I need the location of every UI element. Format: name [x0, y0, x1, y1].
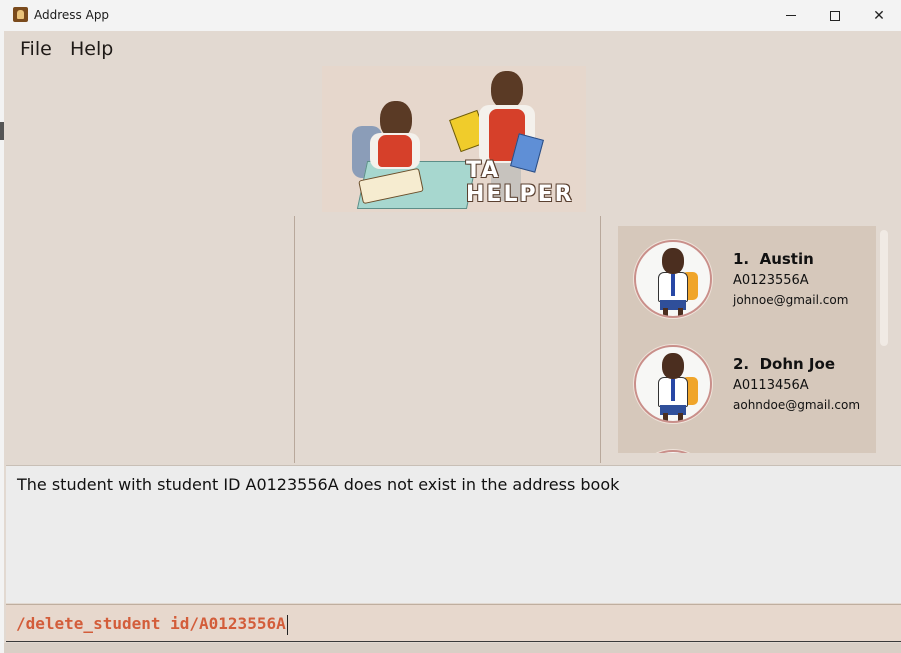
window-titlebar: Address App ✕	[4, 0, 901, 31]
student-name-text: Austin	[759, 250, 814, 268]
student-email: aohndoe@gmail.com	[733, 398, 861, 412]
logo-head-right	[491, 71, 523, 109]
student-name-text: Dohn Joe	[759, 355, 835, 373]
avatar-tie	[671, 379, 675, 401]
student-name: 2. Dohn Joe	[733, 355, 835, 373]
menu-file[interactable]: File	[20, 38, 52, 60]
student-index: 2.	[733, 355, 750, 373]
maximize-button[interactable]	[812, 0, 858, 31]
minimize-icon	[786, 15, 796, 16]
student-id: A0113456A	[733, 378, 809, 393]
menu-help[interactable]: Help	[70, 38, 113, 60]
panel-divider-left[interactable]	[294, 216, 295, 463]
maximize-icon	[830, 10, 840, 21]
command-input-value: /delete_student id/A0123556A	[16, 614, 286, 633]
student-card[interactable]: 2. Dohn Joe A0113456A aohndoe@gmail.com	[618, 331, 876, 436]
close-icon: ✕	[873, 7, 885, 24]
avatar-face	[662, 248, 684, 274]
menu-bar: File Help	[4, 31, 901, 65]
student-avatar	[634, 345, 712, 423]
command-box[interactable]: /delete_student id/A0123556A	[6, 604, 901, 642]
close-button[interactable]: ✕	[856, 0, 901, 31]
command-input[interactable]: /delete_student id/A0123556A	[16, 614, 288, 635]
logo-text-line2: HELPER	[466, 182, 574, 207]
text-caret	[286, 614, 288, 635]
student-avatar	[634, 450, 712, 453]
scrollbar-thumb[interactable]	[880, 230, 888, 346]
panel-divider-right[interactable]	[600, 216, 601, 463]
student-card[interactable]: 1. Austin A0123556A johnoe@gmail.com	[618, 226, 876, 331]
avatar-legs	[663, 308, 683, 316]
student-name: 1. Austin	[733, 250, 814, 268]
avatar-tie	[671, 274, 675, 296]
result-display: The student with student ID A0123556A do…	[6, 465, 901, 603]
student-card-partial[interactable]	[618, 436, 876, 453]
student-list-scrollbar[interactable]	[878, 230, 890, 455]
minimize-button[interactable]	[768, 0, 814, 31]
student-list[interactable]: 1. Austin A0123556A johnoe@gmail.com 2. …	[618, 226, 876, 453]
avatar-legs	[663, 413, 683, 421]
student-id: A0123556A	[733, 273, 809, 288]
window-bottom-edge	[4, 643, 901, 653]
student-email: johnoe@gmail.com	[733, 293, 849, 307]
logo-person-left	[362, 101, 432, 171]
avatar-face	[662, 353, 684, 379]
logo-text: TA HELPER	[466, 159, 574, 207]
logo-vest-left	[378, 135, 412, 167]
window-title: Address App	[34, 8, 110, 22]
app-icon	[13, 7, 28, 22]
result-message: The student with student ID A0123556A do…	[17, 475, 620, 494]
app-window: File Help TA HELPER 1. Austin A0123556A …	[4, 31, 901, 653]
student-index: 1.	[733, 250, 750, 268]
logo-text-line1: TA	[466, 158, 501, 183]
student-avatar	[634, 240, 712, 318]
ta-helper-logo: TA HELPER	[322, 66, 586, 212]
